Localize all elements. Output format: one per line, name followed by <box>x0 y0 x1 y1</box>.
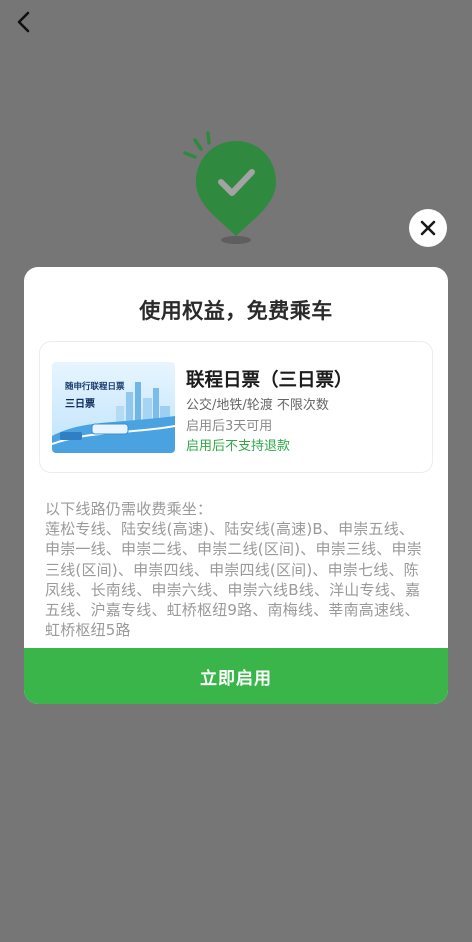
ticket-name: 联程日票（三日票） <box>186 370 353 391</box>
modal-title: 使用权益，免费乘车 <box>139 299 333 323</box>
paid-routes-list: 莲松专线、陆安线(高速)、陆安线(高速)B、申崇五线、申崇一线、申崇二线、申崇二… <box>45 520 422 639</box>
paid-routes-heading: 以下线路仍需收费乘坐： <box>45 500 213 518</box>
close-icon <box>420 220 436 236</box>
ticket-validity: 启用后3天可用 <box>186 419 273 434</box>
close-button[interactable] <box>409 209 447 247</box>
ticket-image-subtitle: 三日票 <box>65 399 95 410</box>
ticket-image-title: 随申行联程日票 <box>65 382 125 392</box>
paid-routes-notice[interactable]: 以下线路仍需收费乘坐： 莲松专线、陆安线(高速)、陆安线(高速)B、申崇五线、申… <box>45 499 429 639</box>
ticket-card: 随申行联程日票 三日票 联程日票（三日票） 公交/地铁/轮渡 不限次数 启用后3… <box>39 341 433 473</box>
activate-button[interactable]: 立即启用 <box>24 648 448 704</box>
ticket-image: 随申行联程日票 三日票 <box>52 362 175 453</box>
chevron-left-icon <box>17 11 30 33</box>
benefit-modal: 使用权益，免费乘车 随申行联程日票 三日票 联程日票（三日票） 公交/地铁/轮渡… <box>24 267 448 704</box>
ticket-scope: 公交/地铁/轮渡 不限次数 <box>186 398 329 413</box>
back-button[interactable] <box>10 8 38 36</box>
ticket-refund-note: 启用后不支持退款 <box>186 439 291 454</box>
checkmark-pin-icon <box>178 124 294 248</box>
